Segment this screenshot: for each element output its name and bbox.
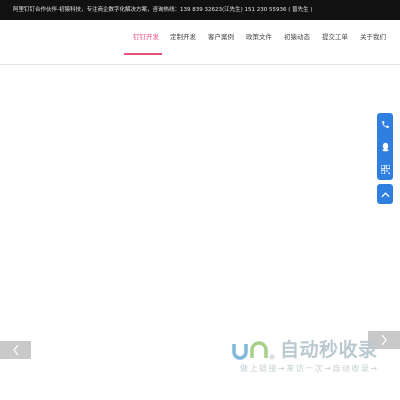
nav-item-policy[interactable]: 政策文件: [246, 32, 272, 42]
nav-item-news[interactable]: 初猿动态: [284, 32, 310, 42]
nav-item-ticket[interactable]: 提交工单: [322, 32, 348, 42]
qq-button[interactable]: [377, 136, 393, 158]
nav-item-custom-dev[interactable]: 定制开发: [170, 32, 196, 42]
slider-prev-button[interactable]: [0, 341, 31, 359]
qrcode-icon: [380, 164, 390, 174]
contact-info-text: 阿里钉钉合作伙伴-初猿科技，专注商企数字化解决方案，咨询热线：139 839 3…: [13, 7, 313, 13]
watermark-subtitle: 做上链接→来访一次→自动收录→: [240, 364, 379, 373]
nav-item-dingtalk-dev[interactable]: 钉钉开发: [133, 32, 159, 42]
nav-item-about[interactable]: 关于我们: [360, 32, 386, 42]
back-to-top-icon: [380, 191, 390, 197]
watermark: 自动秒收录 做上链接→来访一次→自动收录→: [230, 338, 390, 378]
active-nav-indicator: [124, 53, 162, 55]
chevron-left-icon: [12, 344, 18, 356]
top-info-bar: 阿里钉钉合作伙伴-初猿科技，专注商企数字化解决方案，咨询热线：139 839 3…: [0, 0, 400, 20]
watermark-title: 自动秒收录: [280, 339, 378, 361]
nav-item-cases[interactable]: 客户案例: [208, 32, 234, 42]
phone-icon: [381, 120, 389, 128]
header: 钉钉开发 定制开发 客户案例 政策文件 初猿动态 提交工单 关于我们: [0, 20, 400, 64]
floating-contact-panel: [377, 113, 393, 180]
watermark-logo-icon: [232, 341, 275, 360]
phone-button[interactable]: [377, 113, 393, 135]
qq-icon: [381, 142, 389, 152]
qrcode-button[interactable]: [377, 158, 393, 180]
back-to-top-button[interactable]: [377, 184, 393, 204]
